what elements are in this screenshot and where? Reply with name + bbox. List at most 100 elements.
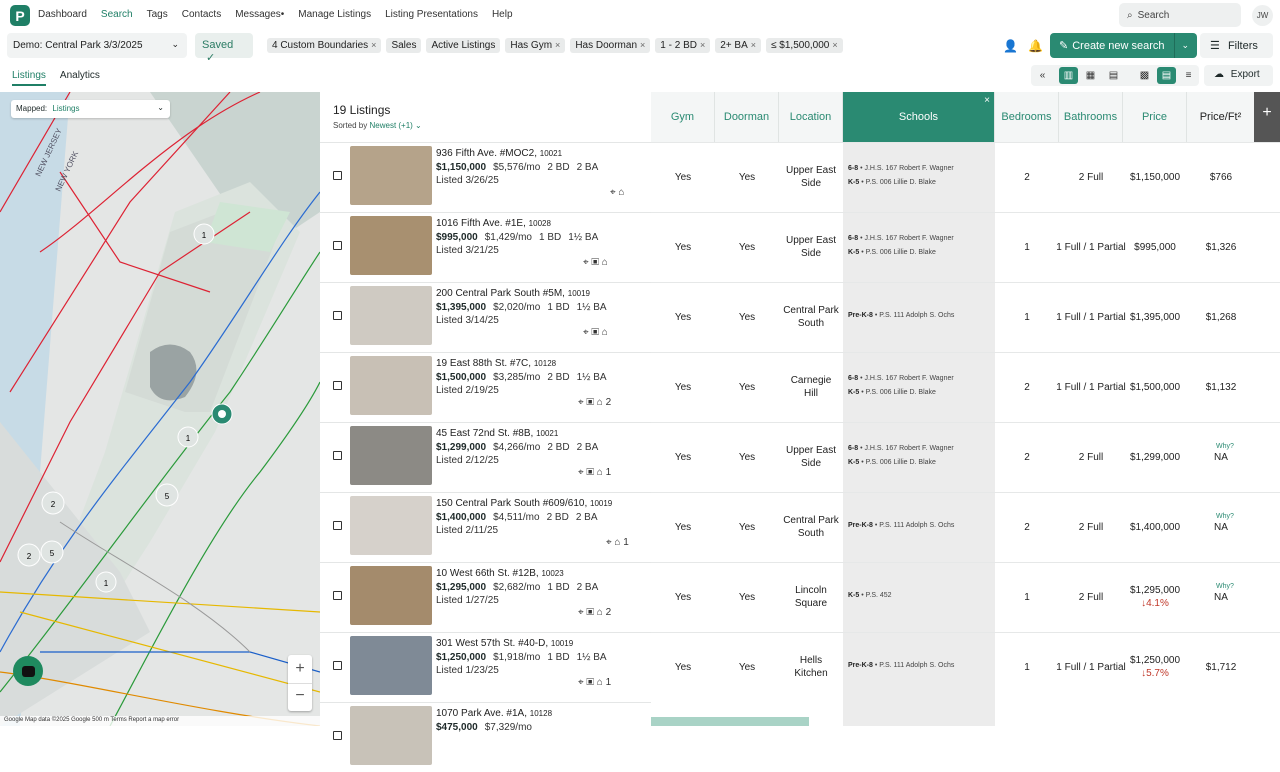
map-cluster[interactable]: 5 (40, 540, 64, 564)
row-checkbox[interactable] (333, 731, 342, 740)
nav-dashboard[interactable]: Dashboard (38, 9, 87, 20)
nav-contacts[interactable]: Contacts (182, 9, 221, 20)
listing-address[interactable]: 150 Central Park South #609/610, 10019 (436, 498, 612, 509)
listing-row[interactable]: 1070 Park Ave. #1A, 10128 $475,000 $7,329… (320, 702, 651, 772)
close-icon[interactable]: × (640, 40, 645, 50)
listing-action-icons[interactable]: ⌖ ⌂ (610, 187, 624, 198)
listing-row[interactable]: 19 East 88th St. #7C, 10128 $1,500,000 $3… (320, 352, 651, 422)
list-view-icon[interactable]: ≡ (1179, 67, 1198, 84)
chevron-down-icon[interactable]: ⌄ (1181, 40, 1189, 51)
filter-chip[interactable]: ≤ $1,500,000 × (766, 38, 843, 53)
listing-photo[interactable] (350, 496, 432, 555)
listing-row[interactable]: 45 East 72nd St. #8B, 10021 $1,299,000 $4… (320, 422, 651, 492)
close-icon[interactable]: × (832, 40, 837, 50)
nav-tags[interactable]: Tags (147, 9, 168, 20)
map-canvas[interactable]: NEW JERSEY NEW YORK 1 1 2 5 2 5 1 (0, 92, 320, 726)
close-icon[interactable]: × (751, 40, 756, 50)
col-gym[interactable]: Gym (651, 92, 715, 142)
listing-photo[interactable] (350, 216, 432, 275)
listing-address[interactable]: 936 Fifth Ave. #MOC2, 10021 (436, 148, 562, 159)
row-checkbox[interactable] (333, 451, 342, 460)
filter-chip[interactable]: 2+ BA × (715, 38, 762, 53)
nav-search[interactable]: Search (101, 9, 133, 20)
row-checkbox[interactable] (333, 171, 342, 180)
why-link[interactable]: Why? (1216, 513, 1234, 520)
close-icon[interactable]: × (984, 95, 990, 106)
row-checkbox[interactable] (333, 591, 342, 600)
nav-listing-presentations[interactable]: Listing Presentations (385, 9, 478, 20)
why-link[interactable]: Why? (1216, 583, 1234, 590)
app-logo[interactable]: P (10, 5, 30, 26)
row-checkbox[interactable] (333, 381, 342, 390)
chat-button[interactable] (13, 656, 43, 686)
listing-row[interactable]: 200 Central Park South #5M, 10019 $1,395… (320, 282, 651, 352)
global-search[interactable]: ⌕ Search (1119, 3, 1241, 27)
why-link[interactable]: Why? (1216, 443, 1234, 450)
map-cluster[interactable]: 5 (155, 483, 179, 507)
row-checkbox[interactable] (333, 661, 342, 670)
close-icon[interactable]: × (555, 40, 560, 50)
map-cluster[interactable] (211, 403, 233, 425)
filter-chip[interactable]: Has Gym × (505, 38, 566, 53)
filter-chip[interactable]: 4 Custom Boundaries × (267, 38, 382, 53)
col-doorman[interactable]: Doorman (715, 92, 779, 142)
listing-photo[interactable] (350, 146, 432, 205)
tab-listings[interactable]: Listings (12, 70, 46, 86)
map-cluster[interactable]: 1 (95, 571, 117, 593)
listing-photo[interactable] (350, 356, 432, 415)
listing-action-icons[interactable]: ⌖ ▣ ⌂ (583, 257, 608, 268)
listing-row[interactable]: 301 West 57th St. #40-D, 10019 $1,250,00… (320, 632, 651, 702)
listing-address[interactable]: 45 East 72nd St. #8B, 10021 (436, 428, 558, 439)
nav-manage-listings[interactable]: Manage Listings (298, 9, 371, 20)
map-view-icon[interactable]: ▤ (1104, 67, 1123, 84)
table-view-icon[interactable]: ▤ (1157, 67, 1176, 84)
listing-photo[interactable] (350, 566, 432, 625)
grid-view-icon[interactable]: ▩ (1135, 67, 1154, 84)
add-column-icon[interactable]: + (1254, 92, 1280, 142)
listing-address[interactable]: 200 Central Park South #5M, 10019 (436, 288, 590, 299)
filter-chip[interactable]: Active Listings (426, 38, 501, 53)
listing-photo[interactable] (350, 286, 432, 345)
filters-button[interactable]: ☰ Filters (1200, 33, 1273, 58)
listing-address[interactable]: 301 West 57th St. #40-D, 10019 (436, 638, 573, 649)
zoom-out-button[interactable]: − (288, 683, 312, 711)
listing-action-icons[interactable]: ⌖ ▣ ⌂ 2 (578, 397, 611, 408)
listing-address[interactable]: 1070 Park Ave. #1A, 10128 (436, 708, 552, 719)
listing-address[interactable]: 10 West 66th St. #12B, 10023 (436, 568, 564, 579)
listing-photo[interactable] (350, 636, 432, 695)
filter-chip[interactable]: Has Doorman × (570, 38, 651, 53)
nav-help[interactable]: Help (492, 9, 513, 20)
row-checkbox[interactable] (333, 521, 342, 530)
filter-chip[interactable]: Sales (386, 38, 422, 53)
mapped-select[interactable]: Mapped: Listings ⌄ (11, 100, 170, 118)
map-cluster[interactable]: 1 (193, 223, 215, 245)
horizontal-scrollbar[interactable] (651, 717, 809, 726)
col-price-per-ft[interactable]: Price/Ft² (1187, 92, 1255, 142)
map-panel[interactable]: NEW JERSEY NEW YORK 1 1 2 5 2 5 1 (0, 92, 320, 726)
col-location[interactable]: Location (779, 92, 843, 142)
sort-control[interactable]: Sorted by Newest (+1) ⌄ (333, 121, 422, 130)
map-list-view-icon[interactable]: ▥ (1059, 67, 1078, 84)
col-bedrooms[interactable]: Bedrooms (995, 92, 1059, 142)
listing-row[interactable]: 10 West 66th St. #12B, 10023 $1,295,000 $… (320, 562, 651, 632)
listing-row[interactable]: 150 Central Park South #609/610, 10019 $… (320, 492, 651, 562)
map-cluster[interactable]: 2 (17, 543, 41, 567)
user-avatar[interactable]: JW (1252, 5, 1273, 26)
listing-action-icons[interactable]: ⌖ ▣ ⌂ (583, 327, 608, 338)
close-icon[interactable]: × (700, 40, 705, 50)
zoom-in-button[interactable]: + (288, 655, 312, 683)
col-price[interactable]: Price (1123, 92, 1187, 142)
listing-address[interactable]: 19 East 88th St. #7C, 10128 (436, 358, 556, 369)
export-button[interactable]: ☁ Export (1204, 65, 1273, 86)
map-cluster[interactable]: 2 (41, 491, 65, 515)
row-checkbox[interactable] (333, 241, 342, 250)
collapse-icon[interactable]: « (1033, 67, 1052, 84)
nav-messages[interactable]: Messages• (235, 9, 284, 20)
listing-action-icons[interactable]: ⌖ ▣ ⌂ 1 (578, 467, 611, 478)
tab-analytics[interactable]: Analytics (60, 70, 100, 86)
close-icon[interactable]: × (371, 40, 376, 50)
bell-icon[interactable]: 🔔 (1028, 39, 1043, 53)
sort-value[interactable]: Newest (+1) ⌄ (369, 121, 421, 130)
listing-photo[interactable] (350, 426, 432, 485)
listing-row[interactable]: 936 Fifth Ave. #MOC2, 10021 $1,150,000 $5… (320, 142, 651, 212)
